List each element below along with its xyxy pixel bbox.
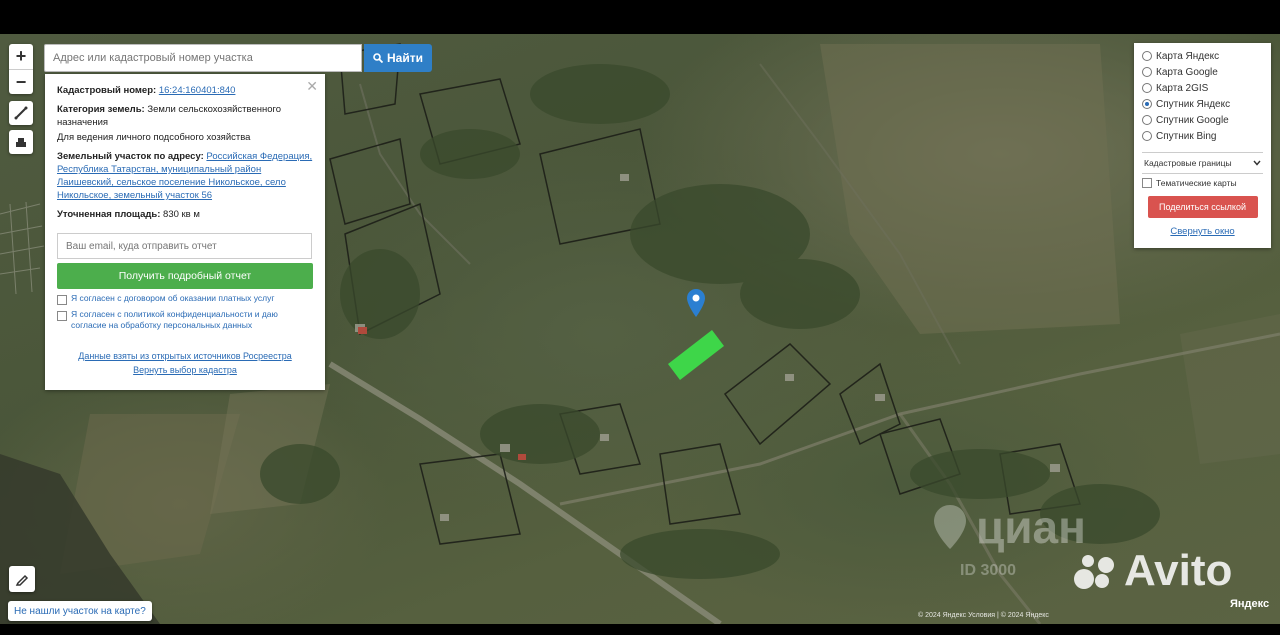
map-layers-panel: Карта Яндекс Карта Google Карта 2GIS Спутни… — [1134, 43, 1271, 248]
layer-radio[interactable] — [1142, 67, 1152, 77]
layer-radio[interactable] — [1142, 131, 1152, 141]
search-button-label: Найти — [387, 51, 423, 65]
cian-watermark: циан — [930, 500, 1086, 554]
layer-radio[interactable] — [1142, 51, 1152, 61]
cian-logo-icon — [934, 505, 966, 549]
ruler-icon — [14, 106, 28, 120]
ruler-button[interactable] — [9, 101, 33, 125]
map-copyright[interactable]: © 2024 Яндекс Условия | © 2024 Яндекс — [918, 612, 1049, 619]
layer-option[interactable]: Карта 2GIS — [1142, 80, 1263, 96]
layer-option-label: Карта Яндекс — [1156, 50, 1220, 62]
draw-button[interactable] — [9, 566, 35, 592]
layer-option[interactable]: Карта Google — [1142, 64, 1263, 80]
layer-select-value: Кадастровые границы — [1144, 158, 1232, 168]
search-icon — [373, 53, 383, 63]
address-label: Земельный участок по адресу: — [57, 151, 204, 162]
layer-radio[interactable] — [1142, 115, 1152, 125]
thematic-maps-row: Тематические карты — [1142, 178, 1263, 188]
consent-offer-row: Я согласен с договором об оказании платн… — [57, 293, 313, 305]
cadastral-number-link[interactable]: 16:24:160401:840 — [159, 85, 236, 96]
chevron-down-icon — [1253, 160, 1261, 166]
location-pin-icon[interactable] — [686, 288, 706, 318]
avito-logo-icon — [1074, 555, 1114, 589]
layer-option-label: Карта Google — [1156, 66, 1218, 78]
layer-option[interactable]: Спутник Яндекс — [1142, 96, 1263, 112]
consent-offer-checkbox[interactable] — [57, 295, 67, 305]
yandex-logo: Яндекс — [1230, 598, 1270, 610]
return-link[interactable]: Вернуть выбор кадастра — [57, 363, 313, 377]
area-row: Уточненная площадь: 830 кв м — [57, 208, 313, 221]
source-link[interactable]: Данные взяты из открытых источников Роср… — [57, 349, 313, 363]
top-bar — [0, 0, 1280, 32]
layer-radio[interactable] — [1142, 99, 1152, 109]
layers-tool-button[interactable] — [9, 130, 33, 154]
thematic-maps-checkbox[interactable] — [1142, 178, 1152, 188]
plot-info-panel: ✕ Кадастровый номер: 16:24:160401:840 Ка… — [45, 74, 325, 390]
layer-option-label: Спутник Яндекс — [1156, 98, 1231, 110]
cadastral-label: Кадастровый номер: — [57, 85, 157, 96]
avito-watermark-text: Avito — [1124, 546, 1233, 595]
not-found-link[interactable]: Не нашли участок на карте? — [8, 601, 152, 621]
category-row: Категория земель: Земли сельскохозяйстве… — [57, 103, 313, 129]
thematic-maps-label[interactable]: Тематические карты — [1156, 178, 1237, 188]
layer-options-list: Карта Яндекс Карта Google Карта 2GIS Спутни… — [1142, 48, 1263, 144]
panel-links: Данные взяты из открытых источников Роср… — [57, 349, 313, 377]
layer-option-label: Карта 2GIS — [1156, 82, 1209, 94]
collapse-window-link[interactable]: Свернуть окно — [1142, 226, 1263, 237]
layer-option[interactable]: Карта Яндекс — [1142, 48, 1263, 64]
category-label: Категория земель: — [57, 104, 145, 115]
consent-privacy-label[interactable]: Я согласен с политикой конфиденциальност… — [71, 309, 313, 331]
bottom-bar — [0, 624, 1280, 635]
email-field[interactable] — [57, 233, 312, 259]
close-icon[interactable]: ✕ — [306, 78, 318, 95]
selected-plot — [668, 330, 724, 380]
address-row: Земельный участок по адресу: Российская … — [57, 150, 313, 202]
cadastral-row: Кадастровый номер: 16:24:160401:840 — [57, 84, 313, 97]
layer-option[interactable]: Спутник Google — [1142, 112, 1263, 128]
layer-option-label: Спутник Google — [1156, 114, 1229, 126]
area-value: 830 кв м — [163, 209, 200, 220]
get-report-button[interactable]: Получить подробный отчет — [57, 263, 313, 289]
area-label: Уточненная площадь: — [57, 209, 161, 220]
zoom-in-button[interactable]: + — [9, 44, 33, 69]
consent-privacy-checkbox[interactable] — [57, 311, 67, 321]
layer-option-label: Спутник Bing — [1156, 130, 1217, 142]
layers-icon — [16, 138, 26, 147]
consent-offer-label[interactable]: Я согласен с договором об оказании платн… — [71, 293, 274, 304]
search-button[interactable]: Найти — [364, 44, 432, 72]
zoom-control: + − — [9, 44, 33, 94]
zoom-out-button[interactable]: − — [9, 69, 33, 95]
usage-value: Для ведения личного подсобного хозяйства — [57, 132, 251, 143]
layer-radio[interactable] — [1142, 83, 1152, 93]
layer-option[interactable]: Спутник Bing — [1142, 128, 1263, 144]
search-input[interactable] — [44, 44, 362, 72]
avito-watermark: Avito — [1070, 546, 1232, 596]
cadastral-layer-select[interactable]: Кадастровые границы — [1142, 152, 1263, 174]
cian-id-watermark: ID 3000 — [960, 562, 1017, 579]
consent-privacy-row: Я согласен с политикой конфиденциальност… — [57, 309, 313, 331]
pencil-icon — [15, 574, 29, 586]
share-link-button[interactable]: Поделиться ссылкой — [1147, 196, 1258, 218]
